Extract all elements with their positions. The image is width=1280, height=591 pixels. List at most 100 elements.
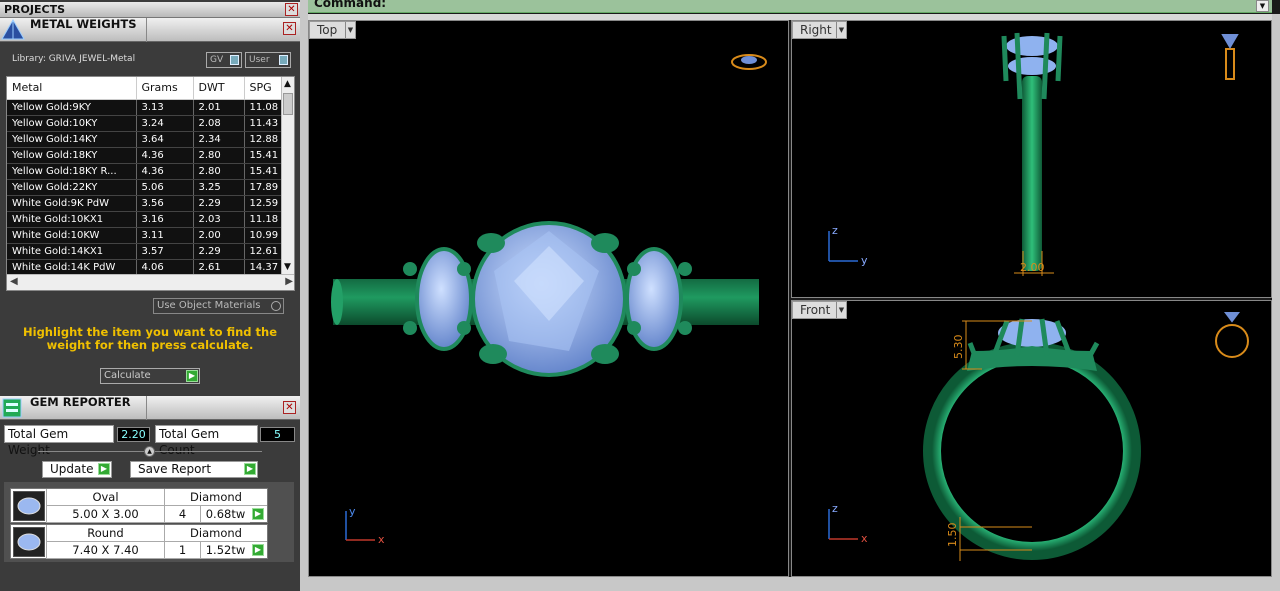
table-row[interactable]: Yellow Gold:18KY 4.36 2.80 15.41 bbox=[7, 147, 289, 164]
table-cell: 3.56 bbox=[136, 195, 194, 212]
ring-thumbnail-icon bbox=[731, 54, 767, 70]
table-row[interactable]: White Gold:14K PdW 4.06 2.61 14.37 bbox=[7, 259, 289, 276]
viewport-right[interactable]: Right ▼ 2.00 z y bbox=[791, 20, 1272, 298]
axis-z-label: z bbox=[832, 224, 838, 237]
play-icon: ▶ bbox=[98, 463, 110, 475]
command-input[interactable] bbox=[388, 0, 1258, 12]
table-row[interactable]: White Gold:10KW 3.11 2.00 10.99 bbox=[7, 227, 289, 244]
gem-shape: Round bbox=[46, 525, 164, 542]
close-icon[interactable]: ✕ bbox=[283, 22, 296, 35]
table-row[interactable]: Yellow Gold:22KY 5.06 3.25 17.89 bbox=[7, 179, 289, 196]
calculate-button[interactable]: Calculate ▶ bbox=[100, 368, 200, 384]
table-row[interactable]: White Gold:14KX1 3.57 2.29 12.61 bbox=[7, 243, 289, 260]
axis-x-label: x bbox=[861, 532, 868, 545]
metal-weights-title: METAL WEIGHTS bbox=[30, 17, 137, 31]
table-row[interactable]: White Gold:10KX1 3.16 2.03 11.18 bbox=[7, 211, 289, 228]
total-gem-weight-value: 2.20 bbox=[117, 427, 150, 442]
user-toggle[interactable]: User bbox=[245, 52, 291, 68]
table-row[interactable]: Yellow Gold:10KY 3.24 2.08 11.43 bbox=[7, 115, 289, 132]
table-cell: 2.61 bbox=[193, 259, 245, 276]
table-cell: Yellow Gold:14KY bbox=[7, 131, 137, 148]
table-cell: 2.03 bbox=[193, 211, 245, 228]
table-row[interactable]: Yellow Gold:14KY 3.64 2.34 12.88 bbox=[7, 131, 289, 148]
total-gem-weight-label: Total Gem Weight bbox=[4, 425, 114, 457]
table-cell: 2.29 bbox=[193, 243, 245, 260]
table-row[interactable]: Yellow Gold:9KY 3.13 2.01 11.08 bbox=[7, 99, 289, 116]
table-cell: 4.36 bbox=[136, 147, 194, 164]
dimension-band: 1.50 bbox=[946, 523, 959, 548]
axis-x-label: x bbox=[378, 533, 385, 546]
update-button[interactable]: Update ▶ bbox=[42, 461, 112, 478]
table-cell: Yellow Gold:9KY bbox=[7, 99, 137, 116]
gem-type: Diamond bbox=[164, 525, 267, 542]
gem-icon bbox=[13, 527, 45, 557]
axis-y-label: y bbox=[349, 505, 356, 518]
gem-weight: 1.52tw bbox=[200, 542, 250, 559]
save-report-button[interactable]: Save Report ▶ bbox=[130, 461, 258, 478]
column-header[interactable]: DWT bbox=[193, 77, 245, 100]
axis-z-label: z bbox=[832, 502, 838, 515]
table-row[interactable]: Yellow Gold:18KY R... 4.36 2.80 15.41 bbox=[7, 163, 289, 180]
slider-handle[interactable]: ▲ bbox=[144, 446, 155, 457]
gem-reporter-icon bbox=[2, 398, 22, 418]
viewport-top[interactable]: Top ▼ y x bbox=[308, 20, 789, 577]
column-header[interactable]: Grams bbox=[136, 77, 194, 100]
library-label: Library: GRIVA JEWEL-Metal bbox=[12, 54, 136, 64]
table-cell: 3.16 bbox=[136, 211, 194, 228]
close-icon[interactable]: ✕ bbox=[285, 3, 298, 16]
table-cell: White Gold:14K PdW bbox=[7, 259, 137, 276]
column-header[interactable]: Metal bbox=[7, 77, 137, 100]
command-label: Command: bbox=[314, 0, 387, 10]
command-bar[interactable]: Command: ▼ bbox=[308, 0, 1272, 13]
play-icon: ▶ bbox=[186, 370, 198, 382]
scroll-thumb[interactable] bbox=[283, 93, 293, 115]
table-cell: 2.34 bbox=[193, 131, 245, 148]
table-cell: Yellow Gold:18KY bbox=[7, 147, 137, 164]
vertical-scrollbar[interactable]: ▲ ▼ bbox=[281, 77, 294, 274]
left-panel: PROJECTS ✕ METAL WEIGHTS ✕ Library: GRIV… bbox=[0, 0, 300, 591]
chevron-down-icon[interactable]: ▼ bbox=[1256, 0, 1269, 12]
table-cell: 2.80 bbox=[193, 163, 245, 180]
gv-toggle[interactable]: GV bbox=[206, 52, 242, 68]
table-cell: White Gold:10KW bbox=[7, 227, 137, 244]
projects-header: PROJECTS ✕ bbox=[0, 2, 300, 18]
table-cell: 2.01 bbox=[193, 99, 245, 116]
metal-table[interactable]: Metal Grams DWT SPG Yellow Gold:9KY 3.13 2… bbox=[6, 76, 295, 291]
gem-item[interactable]: Round Diamond 7.40 X 7.40 1 1.52tw ▶ bbox=[10, 524, 268, 559]
table-cell: 3.64 bbox=[136, 131, 194, 148]
horizontal-scrollbar[interactable]: ◀ ▶ bbox=[7, 274, 294, 290]
table-row[interactable]: White Gold:9K PdW 3.56 2.29 12.59 bbox=[7, 195, 289, 212]
total-gem-count-value: 5 bbox=[260, 427, 295, 442]
gem-size: 5.00 X 3.00 bbox=[46, 506, 164, 523]
table-cell: 2.00 bbox=[193, 227, 245, 244]
table-cell: 5.06 bbox=[136, 179, 194, 196]
table-cell: 3.57 bbox=[136, 243, 194, 260]
play-icon[interactable]: ▶ bbox=[252, 508, 264, 520]
gem-size: 7.40 X 7.40 bbox=[46, 542, 164, 559]
table-cell: 3.13 bbox=[136, 99, 194, 116]
play-icon: ▶ bbox=[244, 463, 256, 475]
calculate-label: Calculate bbox=[104, 370, 151, 381]
viewport-front[interactable]: Front ▼ 5.30 1.50 z x bbox=[791, 300, 1272, 577]
dimension-height: 5.30 bbox=[952, 335, 965, 360]
gv-label: GV bbox=[210, 55, 224, 65]
play-icon[interactable]: ▶ bbox=[252, 544, 264, 556]
table-cell: 2.29 bbox=[193, 195, 245, 212]
gem-item[interactable]: Oval Diamond 5.00 X 3.00 4 0.68tw ▶ bbox=[10, 488, 268, 523]
close-icon[interactable]: ✕ bbox=[283, 401, 296, 414]
use-object-materials-toggle[interactable]: Use Object Materials bbox=[153, 298, 284, 314]
projects-title: PROJECTS bbox=[4, 3, 65, 16]
table-cell: 4.06 bbox=[136, 259, 194, 276]
gem-count: 4 bbox=[164, 506, 200, 523]
ring-top-view: y x bbox=[331, 54, 767, 546]
table-cell: White Gold:10KX1 bbox=[7, 211, 137, 228]
user-label: User bbox=[249, 55, 270, 65]
dimension-width: 2.00 bbox=[1020, 261, 1045, 274]
table-cell: 3.11 bbox=[136, 227, 194, 244]
table-cell: 3.25 bbox=[193, 179, 245, 196]
save-report-label: Save Report bbox=[138, 462, 212, 476]
use-object-label: Use Object Materials bbox=[157, 300, 261, 311]
table-cell: Yellow Gold:10KY bbox=[7, 115, 137, 132]
table-cell: White Gold:14KX1 bbox=[7, 243, 137, 260]
metal-weights-icon bbox=[1, 19, 25, 40]
